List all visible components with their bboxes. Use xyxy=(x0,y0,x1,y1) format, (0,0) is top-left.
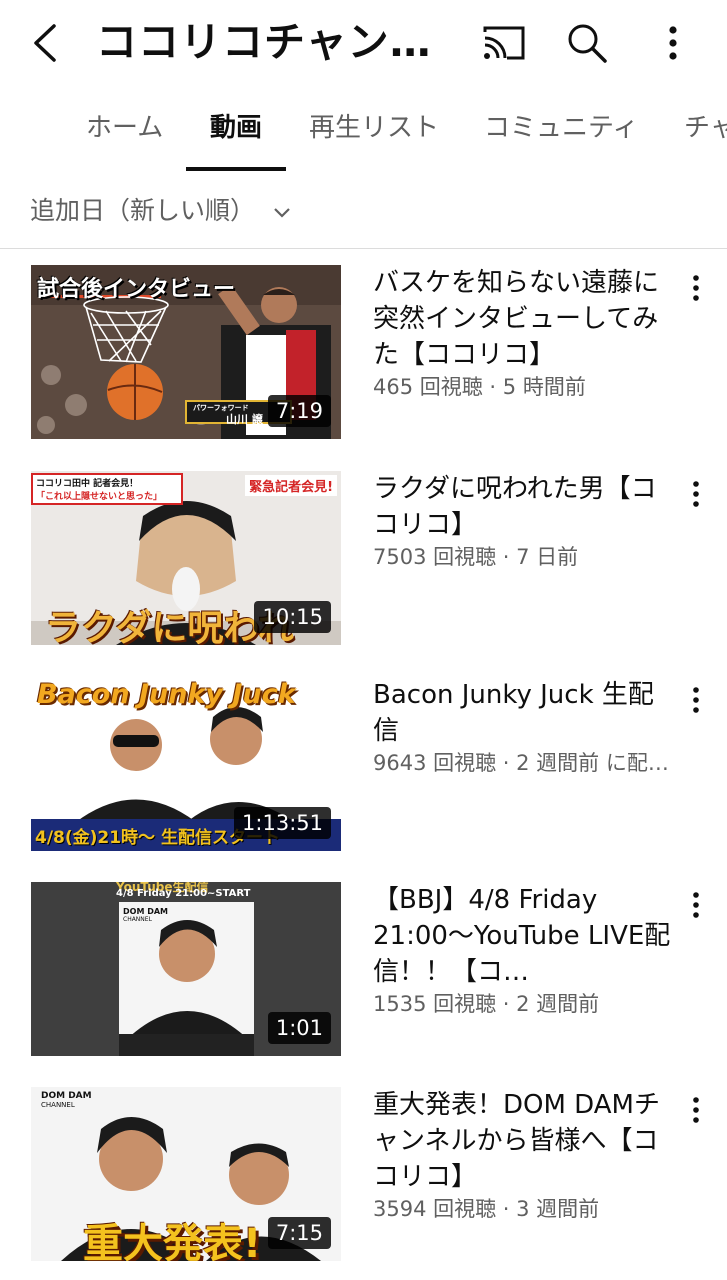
video-item[interactable]: DOM DAM CHANNEL 重大発表! 7:15 重大発表！DOM DAMチ… xyxy=(0,1087,727,1267)
video-thumbnail[interactable]: 試合後インタビュー パワーフォワード 山川 譲 7:19 xyxy=(31,265,341,439)
tab-playlists[interactable]: 再生リスト xyxy=(309,92,439,174)
channel-title: ココリコチャン… xyxy=(96,18,432,66)
video-title[interactable]: 【BBJ】4/8 Friday 21:00〜YouTube LIVE配信！！【コ… xyxy=(373,882,673,990)
video-duration: 1:01 xyxy=(267,1012,331,1044)
thumbnail-logo: DOM DAM xyxy=(123,907,168,916)
video-title[interactable]: バスケを知らない遠藤に突然インタビューしてみた【ココリコ】 xyxy=(373,265,673,373)
video-duration: 7:15 xyxy=(267,1217,331,1249)
video-item[interactable]: ココリコ田中 記者会見！ 「これ以上隠せないと思った」 緊急記者会見! ラクダに… xyxy=(0,471,727,651)
active-tab-indicator xyxy=(186,167,286,171)
video-item[interactable]: 試合後インタビュー パワーフォワード 山川 譲 7:19 バスケを知らない遠藤に… xyxy=(0,265,727,445)
video-thumbnail[interactable]: Bacon Junky Juck 4/8(金)21時〜 生配信スタート 1:13… xyxy=(31,677,341,851)
tab-home[interactable]: ホーム xyxy=(86,92,163,174)
video-meta: 3594 回視聴 · 3 週間前 xyxy=(373,1197,600,1221)
tab-community[interactable]: コミュニティ xyxy=(484,92,638,174)
video-meta: 9643 回視聴 · 2 週間前 に配… xyxy=(373,751,669,775)
video-meta: 465 回視聴 · 5 時間前 xyxy=(373,375,586,399)
more-vertical-icon[interactable] xyxy=(648,18,698,68)
video-thumbnail[interactable]: YouTube生配信 4/8 Friday 21:00~START DOM DA… xyxy=(31,882,341,1056)
video-duration: 7:19 xyxy=(267,395,331,427)
thumbnail-top-left: ココリコ田中 記者会見！ 「これ以上隠せないと思った」 xyxy=(31,473,183,505)
tab-videos[interactable]: 動画 xyxy=(210,92,262,174)
divider xyxy=(0,248,727,249)
thumbnail-logo-sub: CHANNEL xyxy=(41,1101,75,1109)
back-arrow-icon[interactable] xyxy=(24,18,70,68)
chevron-down-icon xyxy=(274,208,290,218)
thumbnail-top-text: Bacon Junky Juck xyxy=(37,679,296,710)
thumbnail-top-right: 緊急記者会見! xyxy=(245,475,337,496)
video-meta: 1535 回視聴 · 2 週間前 xyxy=(373,992,600,1016)
video-title[interactable]: Bacon Junky Juck 生配信 xyxy=(373,677,673,749)
video-item[interactable]: Bacon Junky Juck 4/8(金)21時〜 生配信スタート 1:13… xyxy=(0,677,727,857)
more-vertical-icon[interactable] xyxy=(682,683,710,717)
video-item[interactable]: YouTube生配信 4/8 Friday 21:00~START DOM DA… xyxy=(0,882,727,1062)
more-vertical-icon[interactable] xyxy=(682,477,710,511)
video-duration: 1:13:51 xyxy=(234,807,331,839)
thumbnail-logo-sub: CHANNEL xyxy=(123,916,152,923)
cast-icon[interactable] xyxy=(479,18,529,68)
app-bar: ココリコチャン… xyxy=(0,0,727,86)
video-duration: 10:15 xyxy=(254,601,331,633)
thumbnail-caption: 試合後インタビュー xyxy=(37,277,236,302)
video-title[interactable]: ラクダに呪われた男【ココリコ】 xyxy=(373,471,673,543)
thumbnail-subheadline: 「これ以上隠せないと思った」 xyxy=(36,492,163,502)
search-icon[interactable] xyxy=(562,18,612,68)
video-meta: 7503 回視聴 · 7 日前 xyxy=(373,545,579,569)
thumbnail-bottom-text: 重大発表! xyxy=(83,1221,262,1261)
more-vertical-icon[interactable] xyxy=(682,1093,710,1127)
thumbnail-name-label: 山川 譲 xyxy=(226,413,263,426)
channel-tabs: ホーム 動画 再生リスト コミュニティ チャ xyxy=(0,92,727,174)
sort-dropdown[interactable]: 追加日（新しい順） xyxy=(30,186,293,236)
thumbnail-headline: ココリコ田中 記者会見！ xyxy=(36,479,139,489)
video-title[interactable]: 重大発表！DOM DAMチャンネルから皆様へ【ココリコ】 xyxy=(373,1087,673,1195)
sort-label: 追加日（新しい順） xyxy=(30,196,256,225)
thumbnail-logo: DOM DAM xyxy=(41,1091,92,1101)
more-vertical-icon[interactable] xyxy=(682,271,710,305)
tab-channels[interactable]: チャ xyxy=(684,92,727,174)
thumbnail-top-subtext: 4/8 Friday 21:00~START xyxy=(116,888,251,899)
video-thumbnail[interactable]: ココリコ田中 記者会見！ 「これ以上隠せないと思った」 緊急記者会見! ラクダに… xyxy=(31,471,341,645)
video-thumbnail[interactable]: DOM DAM CHANNEL 重大発表! 7:15 xyxy=(31,1087,341,1261)
more-vertical-icon[interactable] xyxy=(682,888,710,922)
